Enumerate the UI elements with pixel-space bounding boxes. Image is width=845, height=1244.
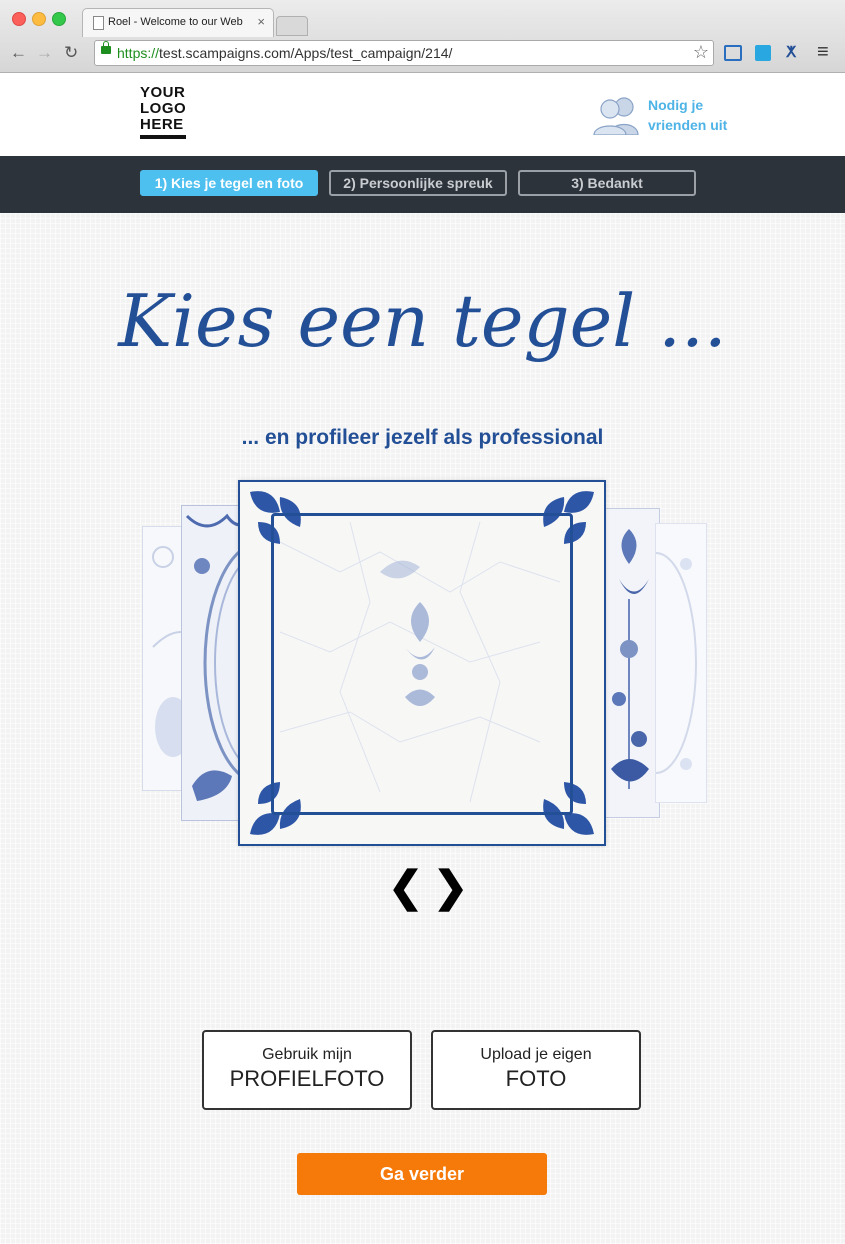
reload-icon[interactable]: ↻ xyxy=(64,43,78,63)
step-2-tab[interactable]: 2) Persoonlijke spreuk xyxy=(329,170,507,196)
steps-nav: 1) Kies je tegel en foto 2) Persoonlijke… xyxy=(0,156,845,213)
page-icon xyxy=(93,16,104,30)
next-tile-arrow[interactable]: ❯ xyxy=(433,863,468,911)
tile-pattern-far-right xyxy=(615,552,697,774)
logo-line-1: YOUR xyxy=(140,84,186,101)
url-scheme: https:// xyxy=(117,45,160,61)
url-text: https://test.scampaigns.com/Apps/test_ca… xyxy=(117,45,452,61)
page-subtitle: ... en profileer jezelf als professional xyxy=(241,426,604,449)
extension-icon-1[interactable] xyxy=(724,45,742,61)
logo[interactable]: YOUR LOGO HERE xyxy=(140,85,188,139)
back-icon[interactable]: ← xyxy=(10,43,27,63)
continue-button[interactable]: Ga verder xyxy=(297,1153,547,1195)
step-1-tab[interactable]: 1) Kies je tegel en foto xyxy=(140,170,318,196)
browser-menu-icon[interactable]: ≡ xyxy=(817,41,829,64)
tile-inner-frame xyxy=(271,513,573,815)
page-title: Kies een tegel ... xyxy=(118,279,727,363)
bookmark-star-icon[interactable]: ☆ xyxy=(693,42,709,63)
invite-line-2: vrienden uit xyxy=(648,117,728,133)
minimize-window-button[interactable] xyxy=(32,12,46,26)
upload-photo-small-label: Upload je eigen xyxy=(480,1046,592,1063)
lock-icon xyxy=(101,41,111,54)
logo-line-2: LOGO xyxy=(140,100,187,117)
upload-photo-button[interactable]: Upload je eigen FOTO xyxy=(431,1030,641,1110)
use-profile-photo-big-label: PROFIELFOTO xyxy=(229,1066,385,1091)
invite-friends-link[interactable]: Nodig je vrienden uit xyxy=(590,95,740,139)
tile-pattern-right xyxy=(611,529,649,789)
upload-photo-big-label: FOTO xyxy=(505,1066,567,1091)
logo-underline xyxy=(140,135,186,139)
step-3-tab[interactable]: 3) Bedankt xyxy=(518,170,696,196)
url-path: test.scampaigns.com/Apps/test_campaign/2… xyxy=(159,45,453,61)
invite-text: Nodig je vrienden uit xyxy=(648,95,727,135)
friends-icon xyxy=(593,97,639,135)
address-bar[interactable]: https://test.scampaigns.com/Apps/test_ca… xyxy=(94,40,714,66)
forward-icon[interactable]: → xyxy=(36,43,53,63)
logo-line-3: HERE xyxy=(140,116,184,133)
tab-title: Roel - Welcome to our Web xyxy=(108,16,243,28)
extension-icon-3[interactable]: ⵅ xyxy=(786,45,802,61)
main-content: Kies een tegel ... ... en profileer jeze… xyxy=(0,213,845,1244)
zoom-window-button[interactable] xyxy=(52,12,66,26)
tile-option-far-right[interactable] xyxy=(615,523,707,803)
extension-icon-2[interactable] xyxy=(755,45,771,61)
tile-option-right[interactable] xyxy=(600,508,660,818)
use-profile-photo-button[interactable]: Gebruik mijn PROFIELFOTO xyxy=(202,1030,412,1110)
use-profile-photo-small-label: Gebruik mijn xyxy=(262,1046,352,1063)
previous-tile-arrow[interactable]: ❮ xyxy=(388,863,423,911)
new-tab-button[interactable] xyxy=(276,16,308,36)
tab-close-icon[interactable]: × xyxy=(257,14,265,29)
browser-tab[interactable]: Roel - Welcome to our Web × xyxy=(82,8,274,37)
browser-chrome: Roel - Welcome to our Web × ← → ↻ https:… xyxy=(0,0,845,73)
site-header: YOUR LOGO HERE Nodig je vrienden uit xyxy=(0,73,845,156)
invite-line-1: Nodig je xyxy=(648,97,704,113)
selected-tile[interactable] xyxy=(238,480,606,846)
close-window-button[interactable] xyxy=(12,12,26,26)
